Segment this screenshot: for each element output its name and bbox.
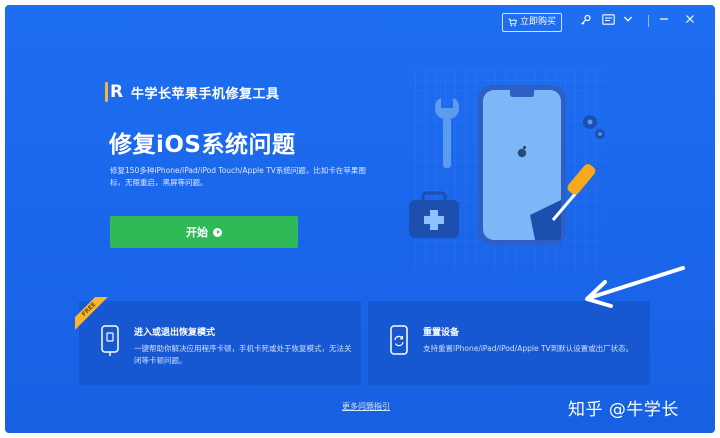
- app-window: 立即购买 R 牛学长苹果手机修复工具 修复iOS系统问题 修复150多种iPho…: [5, 5, 715, 433]
- reset-device-title: 重置设备: [423, 328, 460, 338]
- reset-device-description: 支持重置iPhone/iPad/iPod/Apple TV到默认设置或出厂状态。: [423, 344, 634, 353]
- hero-title: 修复iOS系统问题: [109, 132, 296, 158]
- repair-illustration: [409, 70, 605, 270]
- app-name: 牛学长苹果手机修复工具: [131, 86, 280, 102]
- annotation-arrow-icon: [585, 266, 685, 308]
- titlebar-divider: [648, 15, 649, 27]
- buy-now-label: 立即购买: [519, 17, 556, 27]
- phone-recovery-icon: [101, 325, 119, 356]
- hero-description: 修复150多种iPhone/iPad/iPod Touch/Apple TV系统…: [110, 166, 366, 187]
- cart-icon: [508, 18, 517, 27]
- start-button[interactable]: 开始: [110, 216, 298, 248]
- recovery-mode-title: 进入或退出恢复模式: [134, 328, 216, 338]
- app-logo: R 牛学长苹果手机修复工具: [105, 82, 280, 102]
- recovery-mode-description: 一键帮助你解决应用程序卡顿，手机卡死或处于恢复模式，无法关闭等卡顿问题。: [134, 344, 352, 365]
- play-icon: [213, 227, 222, 237]
- minimize-icon[interactable]: [657, 14, 671, 28]
- brand-logo-icon: R: [105, 82, 123, 102]
- feedback-icon[interactable]: [601, 14, 615, 28]
- start-label: 开始: [186, 226, 208, 239]
- watermark: 知乎 @牛学长: [568, 400, 679, 420]
- buy-now-button[interactable]: 立即购买: [501, 13, 562, 32]
- more-help-link[interactable]: 更多问题指引: [342, 401, 390, 412]
- reset-device-card[interactable]: 重置设备 支持重置iPhone/iPad/iPod/Apple TV到默认设置或…: [368, 301, 650, 385]
- close-icon[interactable]: [683, 14, 697, 28]
- dropdown-icon[interactable]: [621, 14, 635, 28]
- title-bar: 立即购买: [415, 5, 715, 35]
- recovery-mode-card[interactable]: FREE 进入或退出恢复模式 一键帮助你解决应用程序卡顿，手机卡死或处于恢复模式…: [75, 297, 361, 385]
- phone-illustration: [478, 85, 566, 245]
- key-icon[interactable]: [579, 14, 593, 28]
- phone-reset-icon: [390, 325, 408, 355]
